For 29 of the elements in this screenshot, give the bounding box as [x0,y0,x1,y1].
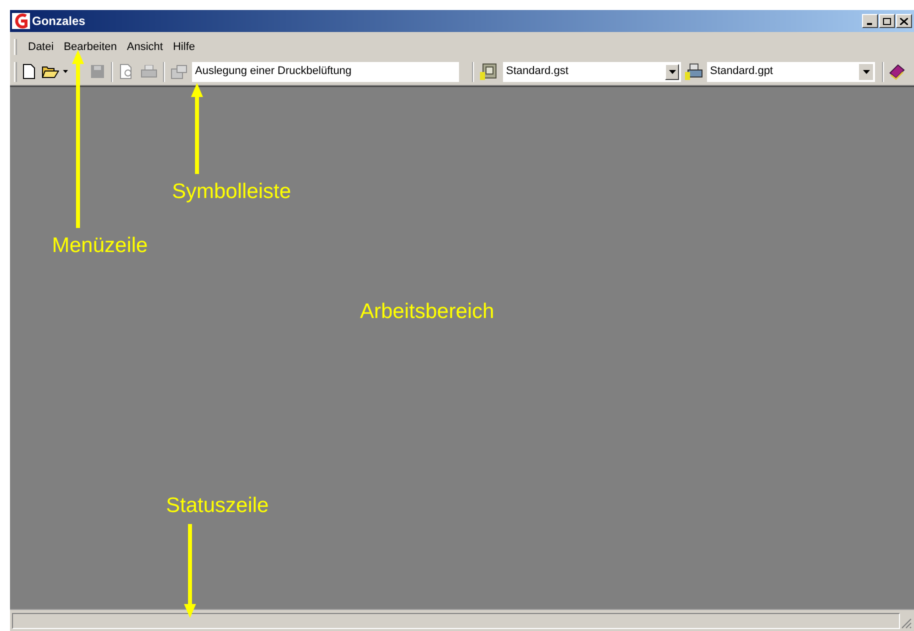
folder-icon [42,65,58,78]
project-name-field[interactable]: Auslegung einer Druckbelüftung [192,62,459,82]
close-button[interactable] [896,14,912,28]
profile-file-combo[interactable]: Standard.gpt [707,62,875,82]
caret-icon [63,70,68,73]
menu-item[interactable]: Datei [23,38,59,56]
close-icon [900,18,908,24]
computer-icon [480,62,498,80]
menu-item[interactable]: Bearbeiten [58,38,122,56]
printer-icon [685,62,703,80]
printer-icon [141,65,157,78]
annotation-label: Statuszeile [166,493,269,519]
annotation-label: Symbolleiste [172,179,292,205]
annotation-label: Menüzeile [52,233,148,259]
window-title: Gonzales [32,13,86,30]
print-preview-icon [120,64,134,79]
app-logo-icon [12,13,30,29]
maximize-icon [883,18,891,24]
minimize-button[interactable] [862,14,878,28]
maximize-button[interactable] [879,14,895,28]
cabinet-icon [171,64,187,78]
new-file-icon [23,64,35,79]
menu-item[interactable]: Hilfe [168,38,200,56]
book-icon [889,64,905,80]
resize-grip-icon [900,617,912,629]
annotation-label: Arbeitsbereich [360,299,494,325]
help-button[interactable] [887,62,907,82]
settings-file-combo[interactable]: Standard.gst [503,62,681,82]
menu-item[interactable]: Ansicht [122,38,168,56]
